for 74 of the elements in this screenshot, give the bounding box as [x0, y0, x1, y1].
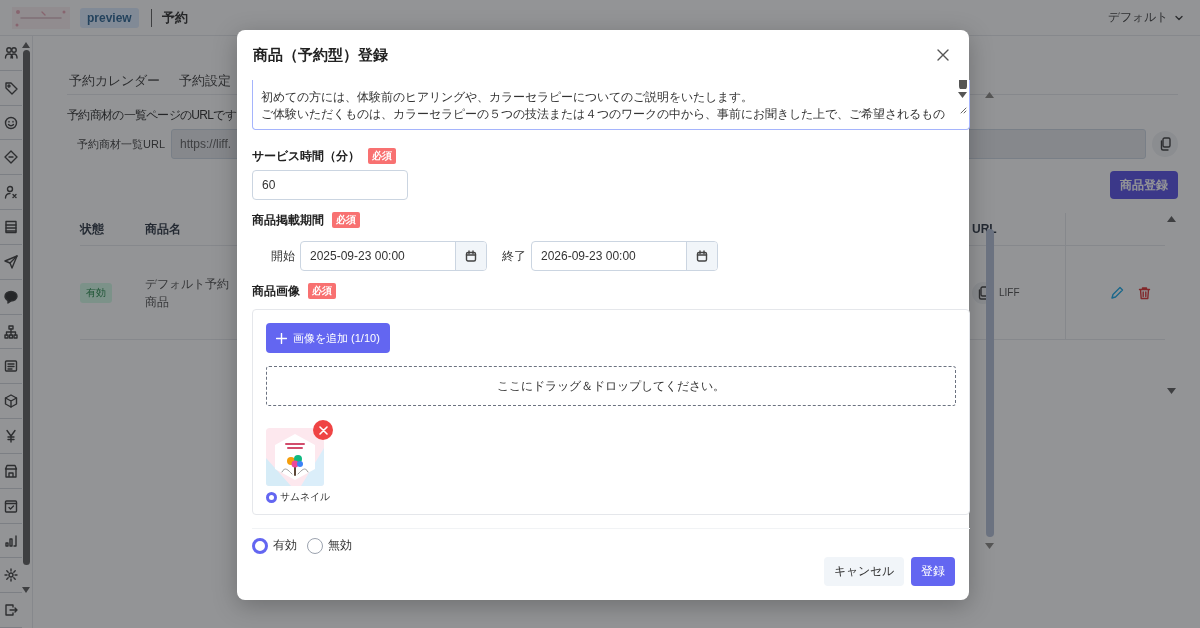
person-icon[interactable]	[4, 185, 18, 200]
field-label: 商品画像	[252, 282, 300, 300]
smile-icon[interactable]	[4, 115, 18, 130]
duration-field[interactable]: 60	[252, 170, 408, 200]
scroll-up-icon[interactable]	[1167, 216, 1176, 222]
chart-icon[interactable]	[4, 533, 18, 548]
calendar-button[interactable]	[455, 242, 486, 270]
page-title: 予約	[161, 8, 188, 27]
radio-button[interactable]	[307, 537, 323, 554]
field-label: 予約商材一覧URL	[77, 136, 165, 152]
preview-badge: preview	[80, 7, 139, 28]
column-header: 状態	[80, 220, 105, 238]
url-text: LIFF	[999, 287, 1020, 298]
required-badge: 必須	[308, 283, 336, 299]
trash-icon	[1138, 285, 1151, 300]
people-icon[interactable]	[4, 45, 18, 60]
drop-zone[interactable]: ここにドラッグ＆ドロップしてください。	[266, 366, 956, 406]
close-icon	[937, 49, 949, 61]
yen-icon[interactable]	[4, 429, 18, 443]
table-cell-text: デフォルト予約商品	[145, 275, 230, 311]
status-option[interactable]: 無効	[307, 537, 352, 554]
network-icon[interactable]	[4, 324, 18, 339]
tag-icon[interactable]	[4, 80, 18, 95]
dialog-title: 商品（予約型）登録	[253, 45, 388, 65]
tab[interactable]: 予約カレンダー	[69, 70, 160, 94]
logout-icon[interactable]	[4, 603, 18, 618]
date-field[interactable]: 2026-09-23 00:00	[531, 241, 718, 271]
scroll-up-icon[interactable]	[985, 92, 994, 98]
close-button[interactable]	[937, 49, 949, 61]
pencil-icon	[1110, 285, 1124, 300]
date-field[interactable]: 2025-09-23 00:00	[300, 241, 487, 271]
radio-button[interactable]	[252, 537, 268, 554]
submit-button[interactable]: 登録	[911, 557, 955, 586]
store-icon[interactable]	[4, 463, 18, 478]
description-line: ご体験いただくものは、カラーセラピーの５つの技法または４つのワークの中から、事前にお聞きした上で、ご希望されるもの	[261, 107, 945, 122]
tab[interactable]: 予約設定	[179, 70, 231, 94]
field-label: 商品掲載期間	[252, 211, 324, 229]
end-label: 終了	[502, 247, 526, 265]
list-icon[interactable]	[4, 220, 18, 235]
scroll-thumb-icon[interactable]	[958, 80, 967, 89]
radio-button[interactable]	[266, 491, 277, 503]
start-label: 開始	[271, 247, 295, 265]
calendar-icon	[696, 250, 708, 262]
required-badge: 必須	[368, 148, 396, 164]
status-badge: 有効	[80, 282, 112, 303]
document-icon[interactable]	[4, 359, 18, 374]
description-text: 予約商材の一覧ページのURLです	[67, 107, 236, 123]
required-badge: 必須	[332, 212, 360, 228]
chat-icon[interactable]	[4, 289, 18, 304]
close-icon	[318, 425, 328, 435]
scroll-down-icon[interactable]	[22, 587, 30, 593]
calendar-button[interactable]	[686, 242, 717, 270]
copy-button[interactable]	[1152, 131, 1178, 157]
scrollbar-thumb[interactable]	[22, 50, 30, 565]
copy-icon	[1159, 137, 1171, 151]
add-image-button[interactable]: 画像を追加 (1/10)	[266, 323, 390, 353]
cube-icon[interactable]	[4, 394, 18, 409]
calendar-icon	[465, 250, 477, 262]
description-field[interactable]: 初めての方には、体験前のヒアリングや、カラーセラピーについてのご説明をいたします。 ご体験いただくものは、カラーセラピーの５つの技法または４つのワークの中から、事前にお聞きした上で、ご希望されるもの	[252, 80, 970, 130]
send-icon[interactable]	[4, 254, 18, 269]
field-label: サービス時間（分）	[252, 147, 360, 165]
scroll-up-icon[interactable]	[22, 42, 30, 48]
plus-icon	[276, 332, 287, 344]
cancel-button[interactable]: キャンセル	[824, 557, 904, 586]
calendar-check-icon[interactable]	[4, 498, 18, 513]
status-option[interactable]: 有効	[252, 537, 297, 554]
scroll-down-icon[interactable]	[1167, 388, 1176, 394]
description-line: 初めての方には、体験前のヒアリングや、カラーセラピーについてのご説明をいたします。	[261, 90, 754, 105]
scroll-down-icon[interactable]	[958, 92, 967, 98]
remove-image-button[interactable]	[313, 420, 333, 440]
column-header: 商品名	[145, 220, 182, 238]
thumbnail-label: サムネイル	[280, 490, 330, 504]
delete-button[interactable]	[1138, 285, 1151, 300]
resize-grip-icon[interactable]	[958, 106, 967, 114]
